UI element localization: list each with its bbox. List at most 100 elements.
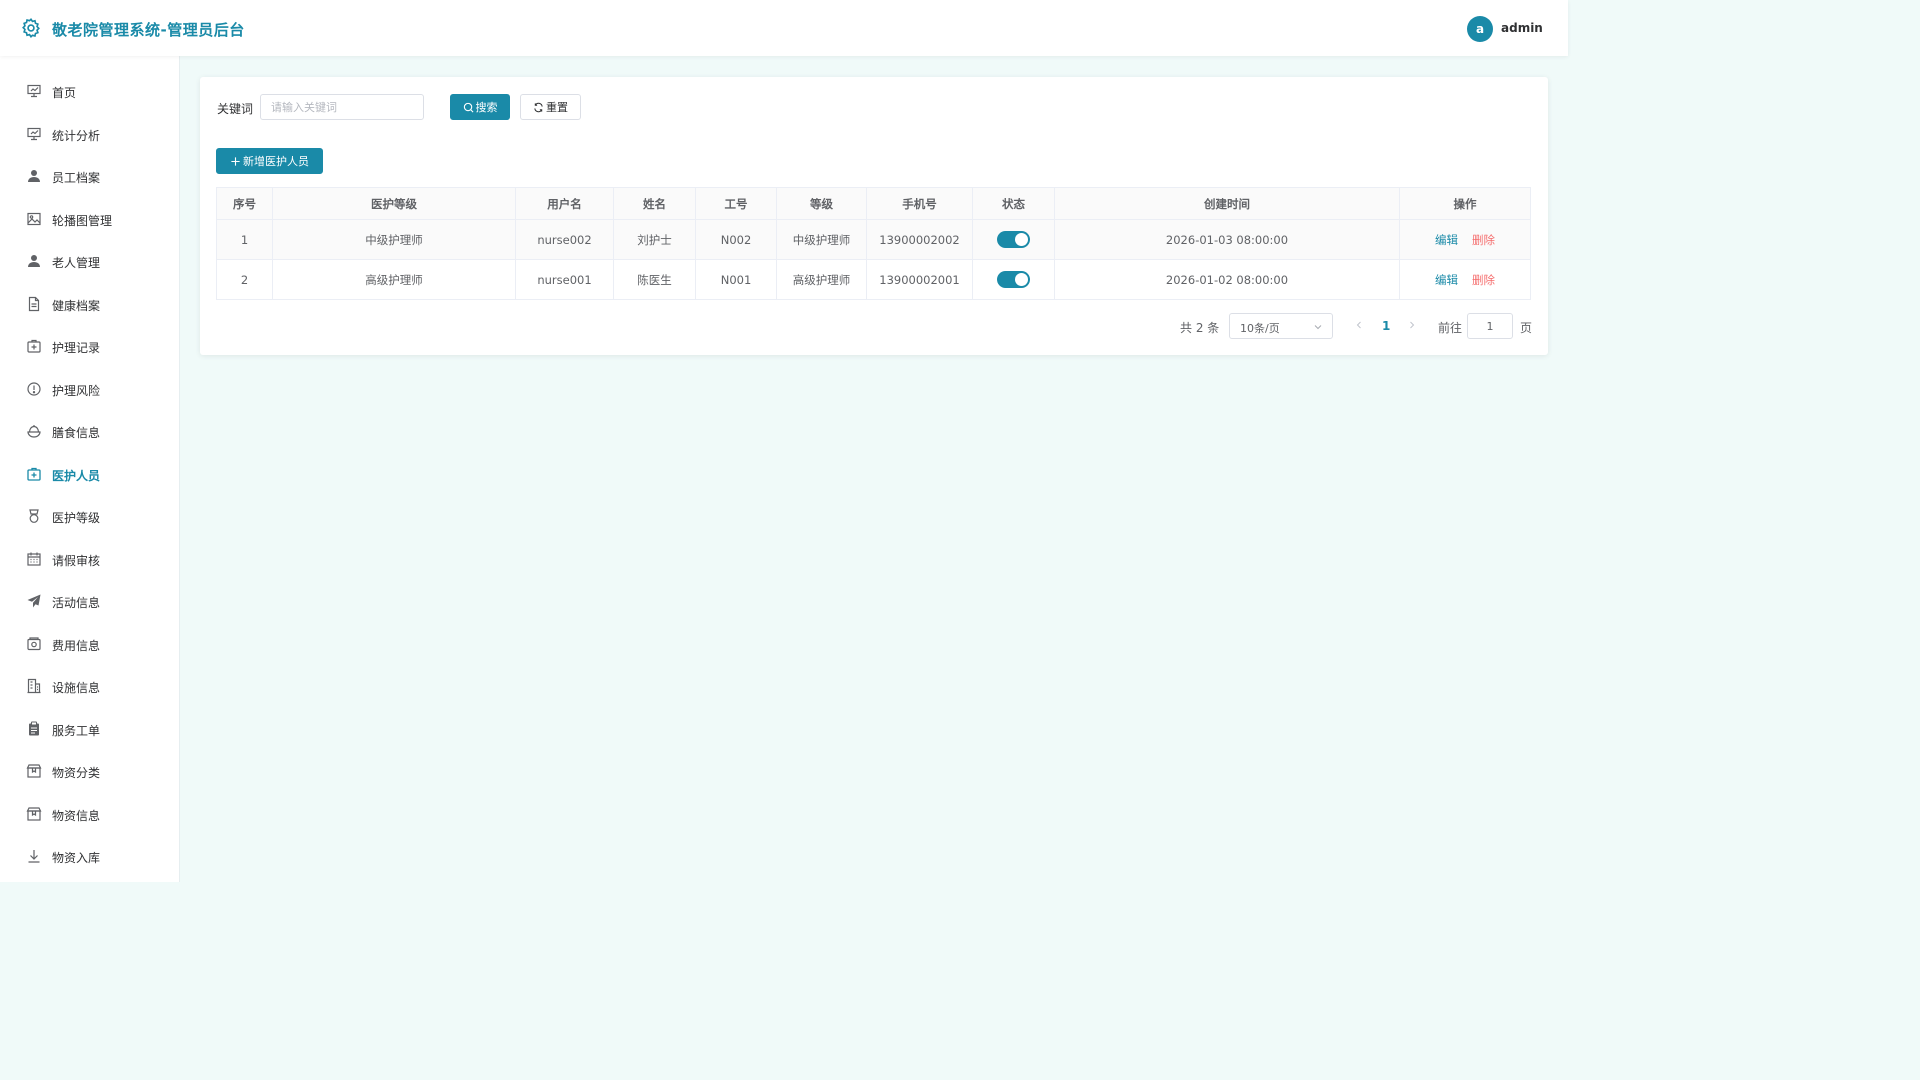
search-button[interactable]: 搜索 <box>450 94 510 120</box>
chevron-right-icon[interactable] <box>1407 320 1417 330</box>
sidebar-item-service-orders[interactable]: 服务工单 <box>0 708 179 750</box>
download-icon <box>28 850 40 863</box>
sidebar-item-statistics[interactable]: 统计分析 <box>0 113 179 155</box>
cell-created: 2026-01-03 08:00:00 <box>1054 219 1400 260</box>
office-building-icon <box>27 678 41 694</box>
sidebar-item-label: 服务工单 <box>52 724 101 738</box>
presentation-icon <box>27 127 41 141</box>
sidebar-item-leave-review[interactable]: 请假审核 <box>0 538 179 580</box>
search-button-label: 搜索 <box>475 101 498 114</box>
add-medical-staff-button[interactable]: 新增医护人员 <box>216 148 323 174</box>
food-icon <box>27 425 41 438</box>
picture-icon <box>27 212 41 226</box>
sidebar-item-supply-inbound[interactable]: 物资入库 <box>0 835 179 877</box>
cell-index: 2 <box>216 259 273 300</box>
user-icon <box>28 170 40 182</box>
cell-name: 刘护士 <box>613 219 696 260</box>
column-header: 姓名 <box>613 187 696 220</box>
sidebar-item-activities[interactable]: 活动信息 <box>0 580 179 622</box>
app-title: 敬老院管理系统-管理员后台 <box>52 21 245 39</box>
goto-page-input[interactable] <box>1467 313 1513 339</box>
page-number-current[interactable]: 1 <box>1382 319 1390 333</box>
sidebar-item-supply-categories[interactable]: 物资分类 <box>0 750 179 792</box>
table-row: 2 高级护理师 nurse001 陈医生 N001 高级护理师 13900002… <box>216 259 1531 300</box>
chevron-down-icon <box>1314 325 1322 330</box>
sidebar-item-label: 护理记录 <box>52 341 101 355</box>
user-icon <box>28 255 40 267</box>
sidebar-item-carousel[interactable]: 轮播图管理 <box>0 198 179 240</box>
column-header: 状态 <box>972 187 1055 220</box>
sidebar-item-medical-staff[interactable]: 医护人员 <box>0 453 179 495</box>
column-header: 手机号 <box>866 187 973 220</box>
avatar[interactable]: a <box>1467 16 1493 42</box>
sidebar-item-elderly[interactable]: 老人管理 <box>0 240 179 282</box>
cell-status <box>972 219 1055 260</box>
sidebar-item-label: 医护等级 <box>52 511 101 525</box>
page-size-select[interactable]: 10条/页 <box>1229 313 1333 339</box>
cell-status <box>972 259 1055 300</box>
main-card: 关键词 搜索 重置 新增医护人员 序号 医护等级 用户名 姓名 工号 等级 手机… <box>200 77 1548 355</box>
sidebar-item-health-records[interactable]: 健康档案 <box>0 283 179 325</box>
column-header: 等级 <box>776 187 867 220</box>
paper-plane-icon <box>27 594 41 608</box>
medical-staff-table: 序号 医护等级 用户名 姓名 工号 等级 手机号 状态 创建时间 操作 1 中级… <box>216 187 1531 300</box>
cell-name: 陈医生 <box>613 259 696 300</box>
delete-link[interactable]: 删除 <box>1472 273 1495 287</box>
delete-link[interactable]: 删除 <box>1472 233 1495 247</box>
sidebar-item-label: 统计分析 <box>52 129 101 143</box>
toggle-knob <box>1015 233 1028 246</box>
sidebar-item-label: 物资信息 <box>52 809 101 823</box>
column-header: 序号 <box>216 187 273 220</box>
keyword-input[interactable] <box>260 94 424 120</box>
sidebar-item-label: 物资入库 <box>52 851 101 865</box>
cell-job-no: N002 <box>695 219 777 260</box>
sidebar-item-label: 费用信息 <box>52 639 101 653</box>
sidebar-item-care-records[interactable]: 护理记录 <box>0 325 179 367</box>
first-aid-kit-icon <box>27 467 41 481</box>
sidebar-item-label: 首页 <box>52 86 77 100</box>
presentation-icon <box>27 84 41 98</box>
cell-index: 1 <box>216 219 273 260</box>
plus-icon <box>231 156 240 166</box>
cell-created: 2026-01-02 08:00:00 <box>1054 259 1400 300</box>
table-header-row: 序号 医护等级 用户名 姓名 工号 等级 手机号 状态 创建时间 操作 <box>216 187 1531 220</box>
sidebar: 首页 统计分析 员工档案 轮播图管理 老人管理 健康档案 护理记录 护理风险 膳… <box>0 56 180 882</box>
cell-job-no: N001 <box>695 259 777 300</box>
sidebar-item-staff[interactable]: 员工档案 <box>0 155 179 197</box>
sidebar-item-label: 健康档案 <box>52 299 101 313</box>
refresh-icon <box>534 102 543 112</box>
sidebar-item-meals[interactable]: 膳食信息 <box>0 410 179 452</box>
status-toggle[interactable] <box>997 231 1030 248</box>
sidebar-item-fees[interactable]: 费用信息 <box>0 623 179 665</box>
first-aid-kit-icon <box>27 339 41 353</box>
search-icon <box>463 102 473 112</box>
edit-link[interactable]: 编辑 <box>1435 233 1458 247</box>
sidebar-item-supplies[interactable]: 物资信息 <box>0 793 179 835</box>
sidebar-item-facilities[interactable]: 设施信息 <box>0 665 179 707</box>
warning-icon <box>27 382 41 396</box>
username[interactable]: admin <box>1501 21 1543 35</box>
edit-link[interactable]: 编辑 <box>1435 273 1458 287</box>
cell-actions: 编辑 删除 <box>1399 259 1531 300</box>
column-header: 用户名 <box>515 187 614 220</box>
reset-button[interactable]: 重置 <box>520 94 581 120</box>
medal-icon <box>29 509 39 523</box>
cell-phone: 13900002002 <box>866 219 973 260</box>
sidebar-item-label: 护理风险 <box>52 384 101 398</box>
top-header: 敬老院管理系统-管理员后台 a admin <box>0 0 1568 56</box>
sidebar-item-home[interactable]: 首页 <box>0 70 179 112</box>
cell-phone: 13900002001 <box>866 259 973 300</box>
status-toggle[interactable] <box>997 271 1030 288</box>
page-suffix: 页 <box>1520 321 1533 335</box>
column-header: 工号 <box>695 187 777 220</box>
chevron-left-icon[interactable] <box>1354 320 1364 330</box>
sidebar-item-label: 员工档案 <box>52 171 101 185</box>
sidebar-item-medical-levels[interactable]: 医护等级 <box>0 495 179 537</box>
cell-level: 中级护理师 <box>776 219 867 260</box>
calendar-icon <box>27 552 41 566</box>
box-icon <box>26 764 42 778</box>
document-icon <box>28 296 40 312</box>
sidebar-item-care-risk[interactable]: 护理风险 <box>0 368 179 410</box>
cell-username: nurse002 <box>515 219 614 260</box>
sidebar-item-label: 设施信息 <box>52 681 101 695</box>
